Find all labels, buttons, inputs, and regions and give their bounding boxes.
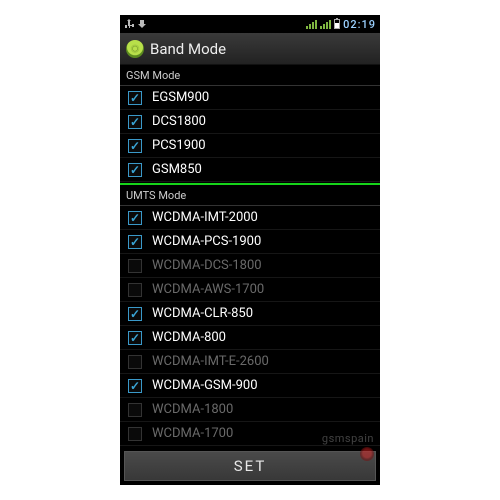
band-label: WCDMA-AWS-1700 bbox=[152, 282, 264, 297]
checkbox[interactable] bbox=[128, 307, 142, 321]
page-title: Band Mode bbox=[150, 40, 226, 58]
band-label: WCDMA-GSM-900 bbox=[152, 378, 258, 393]
band-row: WCDMA-1800 bbox=[120, 398, 380, 422]
watermark-text: gsmspain bbox=[322, 432, 374, 445]
section-header: GSM Mode bbox=[120, 65, 380, 86]
android-icon bbox=[126, 40, 144, 58]
checkbox bbox=[128, 355, 142, 369]
signal-icon bbox=[306, 20, 317, 29]
band-label: GSM850 bbox=[152, 162, 202, 177]
band-row: WCDMA-AWS-1700 bbox=[120, 278, 380, 302]
checkbox[interactable] bbox=[128, 235, 142, 249]
band-label: WCDMA-DCS-1800 bbox=[152, 258, 262, 273]
band-label: WCDMA-PCS-1900 bbox=[152, 234, 261, 249]
band-row: WCDMA-DCS-1800 bbox=[120, 254, 380, 278]
band-label: WCDMA-IMT-E-2600 bbox=[152, 354, 269, 369]
band-label: WCDMA-800 bbox=[152, 330, 226, 345]
band-label: EGSM900 bbox=[152, 90, 209, 105]
band-row[interactable]: PCS1900 bbox=[120, 134, 380, 158]
set-button[interactable]: SET bbox=[124, 451, 376, 481]
signal-icon bbox=[320, 20, 331, 29]
checkbox bbox=[128, 259, 142, 273]
band-row[interactable]: WCDMA-800 bbox=[120, 326, 380, 350]
checkbox[interactable] bbox=[128, 115, 142, 129]
checkbox[interactable] bbox=[128, 211, 142, 225]
band-row[interactable]: DCS1800 bbox=[120, 110, 380, 134]
phone-screen: 02:19 Band Mode GSM Mode EGSM900 DCS1800 PC… bbox=[120, 15, 380, 485]
band-label: WCDMA-1800 bbox=[152, 402, 233, 417]
checkbox bbox=[128, 427, 142, 441]
band-row[interactable]: WCDMA-PCS-1900 bbox=[120, 230, 380, 254]
band-label: DCS1800 bbox=[152, 114, 206, 129]
usb-icon bbox=[124, 19, 134, 29]
band-list: GSM Mode EGSM900 DCS1800 PCS1900 GSM850 UMTS … bbox=[120, 65, 380, 451]
band-row[interactable]: EGSM900 bbox=[120, 86, 380, 110]
set-button-label: SET bbox=[234, 457, 267, 475]
band-label: PCS1900 bbox=[152, 138, 206, 153]
checkbox bbox=[128, 403, 142, 417]
checkbox[interactable] bbox=[128, 91, 142, 105]
checkbox[interactable] bbox=[128, 331, 142, 345]
band-label: WCDMA-1700 bbox=[152, 426, 233, 441]
clock: 02:19 bbox=[343, 18, 376, 31]
band-row[interactable]: WCDMA-IMT-2000 bbox=[120, 206, 380, 230]
band-row[interactable]: GSM850 bbox=[120, 158, 380, 182]
band-row[interactable]: WCDMA-GSM-900 bbox=[120, 374, 380, 398]
checkbox[interactable] bbox=[128, 163, 142, 177]
band-row[interactable]: WCDMA-CLR-850 bbox=[120, 302, 380, 326]
checkbox[interactable] bbox=[128, 379, 142, 393]
download-icon bbox=[137, 19, 147, 29]
battery-icon bbox=[334, 19, 340, 29]
band-row: WCDMA-IMT-E-2600 bbox=[120, 350, 380, 374]
band-label: WCDMA-CLR-850 bbox=[152, 306, 253, 321]
checkbox[interactable] bbox=[128, 139, 142, 153]
section-header: UMTS Mode bbox=[120, 185, 380, 206]
title-bar: Band Mode bbox=[120, 33, 380, 65]
band-label: WCDMA-IMT-2000 bbox=[152, 210, 258, 225]
watermark-icon bbox=[360, 447, 374, 461]
status-bar: 02:19 bbox=[120, 15, 380, 33]
checkbox bbox=[128, 283, 142, 297]
